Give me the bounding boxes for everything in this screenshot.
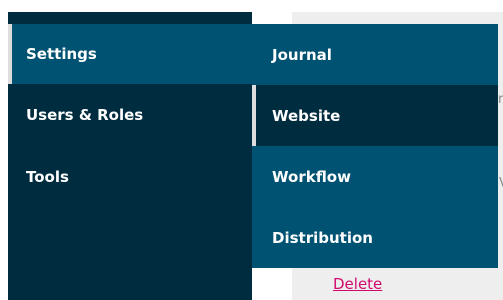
background-text-fragment: r bbox=[498, 92, 503, 107]
submenu-item-journal[interactable]: Journal bbox=[252, 24, 498, 85]
submenu-item-label: Journal bbox=[272, 45, 332, 64]
nav-item-settings[interactable]: Settings bbox=[8, 24, 254, 84]
submenu-item-workflow[interactable]: Workflow bbox=[252, 146, 498, 207]
submenu-item-label: Workflow bbox=[272, 167, 351, 186]
submenu-item-label: Distribution bbox=[272, 228, 373, 247]
submenu-item-website[interactable]: Website bbox=[252, 85, 498, 146]
nav-item-tools[interactable]: Tools bbox=[8, 147, 252, 207]
delete-link[interactable]: Delete bbox=[333, 275, 382, 293]
submenu-item-distribution[interactable]: Distribution bbox=[252, 207, 498, 268]
nav-item-label: Tools bbox=[26, 168, 69, 186]
settings-submenu: Journal Website Workflow Distribution bbox=[252, 24, 498, 268]
nav-item-label: Users & Roles bbox=[26, 106, 144, 124]
main-nav: Settings Users & Roles Tools bbox=[8, 12, 254, 300]
background-text-fragment: V bbox=[499, 176, 503, 191]
submenu-item-label: Website bbox=[272, 106, 341, 125]
nav-item-label: Settings bbox=[26, 45, 97, 63]
nav-item-users-roles[interactable]: Users & Roles bbox=[8, 85, 252, 145]
